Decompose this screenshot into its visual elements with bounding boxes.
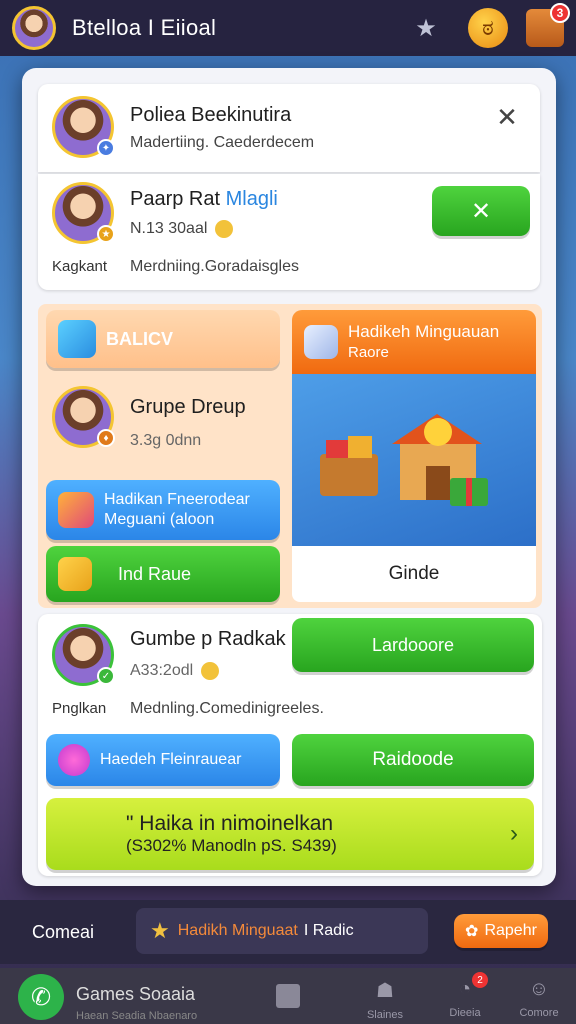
chat-icon: ◔ 2 <box>440 972 490 1001</box>
player-card-1: ★ Paarp Rat Mlagli N.13 30aal Kagkant Me… <box>38 174 540 290</box>
player1-name-accent: Mlagli <box>225 188 278 210</box>
status-left-label: Comeai <box>32 922 95 942</box>
player3-score-text: A33:2odl <box>130 662 194 679</box>
bottom-app-sub: Haean Seadia Nbaenaro <box>76 1010 198 1022</box>
heart-icon <box>58 744 90 776</box>
social-panel: ✦ Poliea Beekinutira Madertiing. Caederd… <box>22 68 556 886</box>
green-small-button[interactable]: Ind Raue <box>46 546 280 602</box>
player3-name: Gumbe p Radkak <box>130 628 286 650</box>
player3-score: A33:2odl <box>130 662 220 680</box>
status-center-label: Hadikh Minguaat <box>177 922 298 939</box>
coin-stack-icon <box>58 557 92 591</box>
player1-avatar: ★ <box>52 182 115 244</box>
promo-subtitle: (S302% Manodln pS. S439) <box>126 836 337 855</box>
green-small-label: Ind Raue <box>118 563 192 584</box>
notification-badge: 3 <box>550 3 570 23</box>
player3-label: Pnglkan <box>52 700 107 717</box>
emoji-face-icon[interactable]: ಠ <box>468 8 508 48</box>
rapehr-label: Rapehr <box>484 922 537 939</box>
green-wide-button-2[interactable]: Raidoode <box>292 734 534 786</box>
gift-shop-illustration <box>320 414 488 506</box>
promo-title: " Haika in nimoinelkan <box>126 812 334 835</box>
header-card: ✦ Poliea Beekinutira Madertiing. Caederd… <box>38 84 540 172</box>
heart-button-label: Haedeh Fleinrauear <box>100 751 242 768</box>
verified-badge-icon: ✦ <box>97 139 115 157</box>
player1-score: N.13 30aal <box>130 220 234 238</box>
badge-button[interactable]: BALICV <box>46 310 280 368</box>
player2-score: 3.3g 0dnn <box>130 432 202 449</box>
close-icon[interactable]: ✕ <box>492 102 522 132</box>
green-wide-button[interactable]: Lardooore <box>292 618 534 672</box>
profile-avatar[interactable] <box>12 6 56 50</box>
medal-badge-icon: ♦ <box>97 429 115 447</box>
promo-banner[interactable]: " Haika in nimoinelkan (S302% Manodln pS… <box>46 798 534 870</box>
gift-icon <box>58 492 94 528</box>
player2-name: Grupe Dreup <box>130 396 246 418</box>
chat-badge: 2 <box>472 972 488 988</box>
coin-icon <box>215 220 234 238</box>
bottom-app-name: Games Soaaia <box>76 984 196 1004</box>
header-subtitle: Madertiing. Caederdecem <box>130 134 315 151</box>
coin-icon <box>201 662 220 680</box>
status-center-label-2: I Radic <box>303 922 354 939</box>
player3-avatar: ✓ <box>52 624 115 686</box>
tab-slaines-label: Slaines <box>366 1009 404 1021</box>
online-badge-icon: ✓ <box>97 667 115 685</box>
event-illustration[interactable] <box>292 374 536 546</box>
heart-button[interactable]: Haedeh Fleinrauear <box>46 734 280 786</box>
player-card-3: ✓ Gumbe p Radkak A33:2odl Pnglkan Mednli… <box>38 614 542 876</box>
blue-action-button[interactable]: Hadikan Fneerodear Meguani (aloon <box>46 480 280 540</box>
tab-dieeia-label: Dieeia <box>449 1007 481 1019</box>
event-caption: Ginde <box>292 546 536 602</box>
event-header-text: Hadikeh Minguauan Raore <box>348 321 499 363</box>
chevron-right-icon: › <box>510 820 518 847</box>
status-bar: Comeai ★ Hadikh Minguaat I Radic ✿ Rapeh… <box>0 900 576 964</box>
blue-button-line1: Hadikan Fneerodear <box>104 491 250 508</box>
app-title: Btelloa I Eiioal <box>72 15 217 40</box>
player2-avatar: ♦ <box>52 386 115 448</box>
player1-score-text: N.13 30aal <box>130 220 208 237</box>
header-avatar: ✦ <box>52 96 115 158</box>
top-bar: Btelloa I Eiioal ★ ಠ 3 <box>0 0 576 56</box>
player1-name: Paarp Rat Mlagli <box>130 188 278 211</box>
tab-dieeia[interactable]: ◔ 2 Dieeia <box>440 972 490 1019</box>
tab-comore[interactable]: ☺ Comore <box>514 978 564 1019</box>
profile-icon: ☺ <box>528 978 550 1000</box>
player1-label: Kagkant <box>52 258 108 275</box>
player3-desc: Mednling.Comedinigreeles. <box>130 700 324 717</box>
gift-box-icon[interactable]: 3 <box>526 3 570 47</box>
star-icon[interactable]: ★ <box>408 10 444 46</box>
player1-name-text: Paarp Rat <box>130 188 221 210</box>
rapehr-button[interactable]: ✿ Rapehr <box>454 914 548 948</box>
status-center-pill[interactable]: ★ Hadikh Minguaat I Radic <box>136 908 428 954</box>
event-header-label: Hadikeh Minguauan <box>348 322 500 341</box>
book-stack-icon <box>304 325 338 359</box>
badge-button-label: BALICV <box>106 328 173 349</box>
tab-comore-label: Comore <box>519 1007 559 1019</box>
blue-button-line2: Meguani (aloon <box>104 511 215 528</box>
player1-desc: Merdniing.Goradaisgles <box>130 258 299 275</box>
bottom-nav: ✆ Games Soaaia Haean Seadia Nbaenaro ☗ S… <box>0 968 576 1024</box>
people-icon: ☗ <box>376 980 394 1002</box>
tab-slaines[interactable]: ☗ Slaines <box>360 978 410 1021</box>
gear-icon: ✿ <box>465 923 479 940</box>
event-header-button[interactable]: Hadikeh Minguauan Raore <box>292 310 536 374</box>
puzzle-icon <box>58 320 96 358</box>
header-name: Poliea Beekinutira <box>130 104 292 126</box>
blue-button-text: Hadikan Fneerodear Meguani (aloon <box>104 490 250 530</box>
gold-badge-icon: ★ <box>97 225 115 243</box>
accept-button[interactable]: ✕ <box>432 186 530 236</box>
event-header-sub: Raore <box>348 344 389 361</box>
square-icon[interactable] <box>276 984 300 1008</box>
phone-icon[interactable]: ✆ <box>18 974 64 1020</box>
star-badge-icon: ★ <box>150 918 170 943</box>
